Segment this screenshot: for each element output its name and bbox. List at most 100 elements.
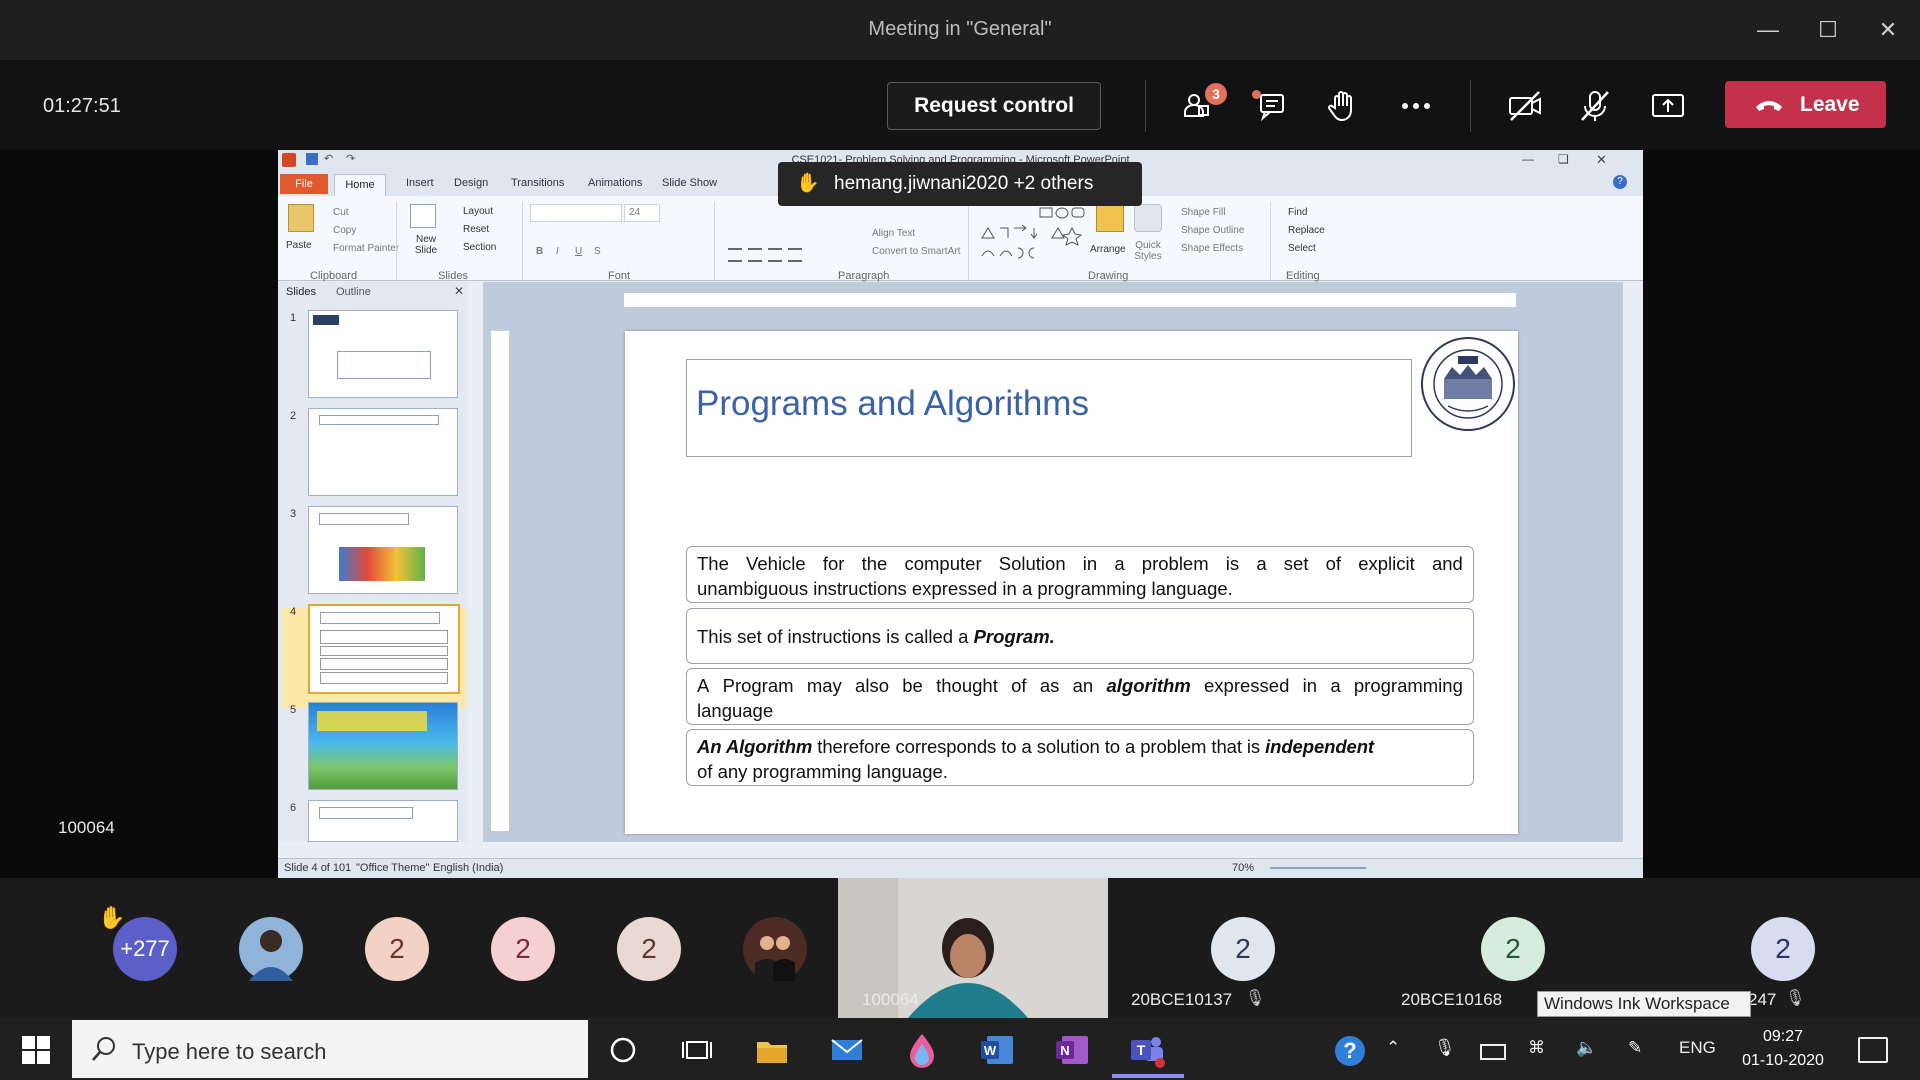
underline-icon[interactable]: U (575, 246, 582, 257)
avatar[interactable] (239, 917, 303, 981)
shapes-gallery[interactable] (978, 206, 1088, 264)
mic-off-icon[interactable] (1573, 84, 1617, 128)
slide-thumbnail[interactable] (308, 310, 458, 398)
onenote-icon[interactable]: N (1052, 1030, 1092, 1070)
find-button[interactable]: Find (1288, 207, 1307, 218)
teams-icon[interactable]: T (1127, 1030, 1167, 1070)
battery-icon[interactable] (1480, 1044, 1506, 1060)
zoom-slider[interactable] (1270, 867, 1366, 869)
italic-icon[interactable]: I (556, 246, 559, 257)
maximize-icon[interactable]: ☐ (1808, 14, 1848, 46)
shape-fill-button[interactable]: Shape Fill (1181, 207, 1225, 218)
font-size-box[interactable]: 24 (624, 204, 660, 222)
avatar[interactable]: 2 (617, 917, 681, 981)
zoom-level[interactable]: 70% (1232, 862, 1254, 874)
language-indicator[interactable]: ENG (1679, 1038, 1716, 1058)
volume-icon[interactable]: 🔈 (1576, 1038, 1597, 1058)
tab-home[interactable]: Home (334, 174, 386, 197)
quick-styles-icon[interactable] (1134, 204, 1162, 232)
overflow-participants-avatar[interactable]: +277 (113, 917, 177, 981)
notifications-icon[interactable] (1858, 1037, 1888, 1063)
pane-close-icon[interactable]: ✕ (454, 284, 464, 298)
replace-button[interactable]: Replace (1288, 225, 1325, 236)
copy-button[interactable]: Copy (333, 225, 356, 236)
help-icon[interactable]: ? (1613, 175, 1627, 189)
align-right-icon[interactable] (768, 248, 782, 262)
shape-effects-button[interactable]: Shape Effects (1181, 243, 1243, 254)
avatar[interactable]: 2 (1751, 917, 1815, 981)
request-control-button[interactable]: Request control (887, 82, 1101, 130)
microphone-tray-icon[interactable]: 🎙 (1434, 1038, 1456, 1058)
align-center-icon[interactable] (748, 248, 762, 262)
tab-design[interactable]: Design (454, 177, 488, 189)
quick-styles-button[interactable]: Quick Styles (1133, 240, 1163, 262)
close-icon[interactable]: ✕ (1868, 14, 1908, 46)
avatar[interactable]: 2 (491, 917, 555, 981)
format-painter-button[interactable]: Format Painter (333, 243, 399, 254)
tab-animations[interactable]: Animations (588, 177, 642, 189)
toolbar-divider (1470, 80, 1471, 132)
share-screen-icon[interactable] (1646, 84, 1690, 128)
avatar[interactable]: 2 (365, 917, 429, 981)
help-tray-icon[interactable]: ? (1335, 1036, 1365, 1066)
paint-3d-icon[interactable] (902, 1030, 942, 1070)
shape-outline-button[interactable]: Shape Outline (1181, 225, 1244, 236)
mail-icon[interactable] (827, 1030, 867, 1070)
section-button[interactable]: Section (463, 242, 496, 253)
clock-time[interactable]: 09:27 (1738, 1028, 1828, 1046)
canvas-vertical-scrollbar[interactable] (1627, 282, 1641, 842)
show-hidden-icons[interactable]: ⌃ (1386, 1038, 1400, 1058)
align-left-icon[interactable] (728, 248, 742, 262)
layout-button[interactable]: Layout (463, 206, 493, 217)
bold-icon[interactable]: B (536, 246, 543, 257)
avatar[interactable]: 2 (1211, 917, 1275, 981)
tab-transitions[interactable]: Transitions (511, 177, 564, 189)
ppt-restore-icon[interactable]: ❏ (1558, 152, 1569, 166)
slides-pane-scrollbar[interactable] (468, 282, 482, 842)
cut-button[interactable]: Cut (333, 207, 349, 218)
avatar[interactable]: 2 (1481, 917, 1545, 981)
leave-button[interactable]: Leave (1725, 81, 1886, 128)
raise-hand-icon[interactable] (1321, 84, 1365, 128)
select-button[interactable]: Select (1288, 243, 1316, 254)
new-slide-icon[interactable] (410, 204, 436, 228)
slide-thumbnail[interactable] (308, 702, 458, 790)
slide-thumbnail[interactable] (308, 408, 458, 496)
participant-video-tile[interactable]: 100064 (838, 878, 1108, 1018)
more-options-icon[interactable] (1394, 84, 1438, 128)
cortana-icon[interactable] (603, 1030, 643, 1070)
paste-button[interactable]: Paste (286, 240, 312, 251)
tab-outline-pane[interactable]: Outline (336, 286, 371, 298)
slide-thumbnail[interactable] (308, 800, 458, 842)
windows-start-icon[interactable] (22, 1036, 50, 1064)
clock-date[interactable]: 01-10-2020 (1728, 1052, 1838, 1070)
language-status[interactable]: English (India) (433, 862, 503, 874)
align-text-button[interactable]: Align Text (872, 228, 915, 239)
slide-thumbnail[interactable] (308, 506, 458, 594)
font-name-box[interactable] (530, 204, 622, 222)
task-view-icon[interactable] (677, 1030, 717, 1070)
pen-ink-icon[interactable]: ✎ (1628, 1038, 1642, 1058)
file-explorer-icon[interactable] (752, 1030, 792, 1070)
word-icon[interactable]: W (977, 1030, 1017, 1070)
justify-icon[interactable] (788, 248, 802, 262)
tab-slides-pane[interactable]: Slides (286, 286, 316, 298)
slide-thumbnail-selected[interactable] (308, 604, 460, 694)
raised-hand-icon: ✋ (796, 173, 820, 194)
avatar[interactable] (743, 917, 807, 981)
paste-icon[interactable] (288, 204, 314, 232)
wifi-icon[interactable]: ⌘ (1528, 1038, 1545, 1058)
tab-file[interactable]: File (280, 174, 328, 194)
ppt-minimize-icon[interactable]: — (1522, 152, 1534, 166)
tab-slide-show[interactable]: Slide Show (662, 177, 717, 189)
new-slide-button[interactable]: New Slide (406, 234, 446, 256)
ppt-close-icon[interactable]: ✕ (1596, 152, 1607, 168)
minimize-icon[interactable]: — (1748, 14, 1788, 46)
arrange-icon[interactable] (1096, 204, 1124, 232)
tab-insert[interactable]: Insert (406, 177, 434, 189)
reset-button[interactable]: Reset (463, 224, 489, 235)
arrange-button[interactable]: Arrange (1090, 244, 1126, 255)
camera-off-icon[interactable] (1503, 84, 1547, 128)
shadow-icon[interactable]: S (594, 246, 601, 257)
convert-smartart-button[interactable]: Convert to SmartArt (872, 246, 960, 257)
